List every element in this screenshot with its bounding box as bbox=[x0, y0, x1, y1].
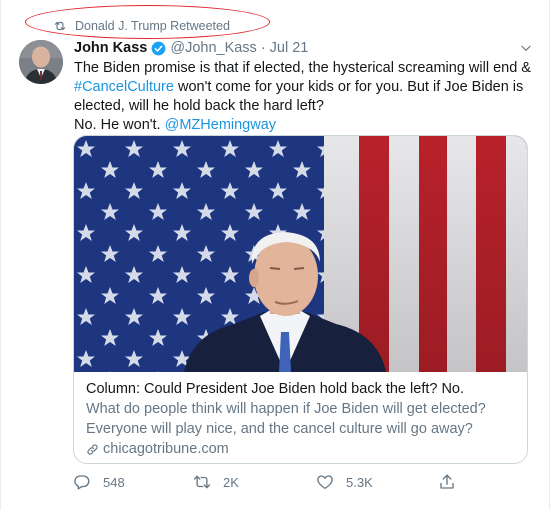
like-count: 5.3K bbox=[346, 474, 373, 490]
tweet-text-segment: No. He won't. bbox=[74, 117, 165, 133]
retweet-icon bbox=[193, 475, 211, 489]
share-icon bbox=[440, 474, 454, 489]
author-handle[interactable]: @John_Kass bbox=[170, 40, 256, 56]
reply-count: 548 bbox=[103, 474, 125, 490]
link-card[interactable]: Column: Could President Joe Biden hold b… bbox=[73, 135, 528, 464]
author-name[interactable]: John Kass bbox=[74, 40, 147, 56]
tweet-text-line: elected, will he hold back the hard left… bbox=[74, 98, 324, 114]
card-domain-text: chicagotribune.com bbox=[103, 441, 229, 457]
tweet[interactable]: Donald J. Trump Retweeted John Kass @Joh… bbox=[0, 0, 550, 510]
action-bar: 548 2K 5.3K bbox=[73, 472, 473, 492]
card-domain: chicagotribune.com bbox=[86, 440, 515, 459]
like-icon bbox=[317, 475, 333, 490]
reply-icon bbox=[74, 475, 90, 490]
tweet-text-segment: won't come for your kids or for you. But… bbox=[173, 79, 524, 95]
tweet-text-line: No. He won't. @MZHemingway bbox=[74, 116, 544, 135]
card-body: Column: Could President Joe Biden hold b… bbox=[86, 380, 515, 459]
tweet-header: John Kass @John_Kass · Jul 21 bbox=[74, 38, 533, 58]
separator-dot: · bbox=[260, 40, 266, 56]
chevron-down-icon[interactable] bbox=[519, 41, 533, 55]
retweet-label: Donald J. Trump Retweeted bbox=[75, 19, 230, 33]
tweet-text: The Biden promise is that if elected, th… bbox=[74, 59, 544, 135]
card-description-line: What do people think will happen if Joe … bbox=[86, 401, 486, 417]
retweet-context[interactable]: Donald J. Trump Retweeted bbox=[53, 17, 230, 35]
tweet-text-line: #CancelCulture won't come for your kids … bbox=[74, 78, 544, 97]
verified-badge-icon bbox=[151, 41, 166, 55]
reply-button[interactable]: 548 bbox=[73, 472, 125, 492]
avatar-image bbox=[19, 40, 63, 84]
retweet-button[interactable]: 2K bbox=[193, 472, 239, 492]
card-title: Column: Could President Joe Biden hold b… bbox=[86, 381, 465, 397]
like-button[interactable]: 5.3K bbox=[316, 472, 373, 492]
tweet-date[interactable]: Jul 21 bbox=[270, 40, 309, 56]
link-icon bbox=[87, 444, 98, 455]
share-button[interactable] bbox=[438, 472, 456, 492]
mention-link[interactable]: @MZHemingway bbox=[165, 117, 276, 133]
card-description-line: Everyone will play nice, and the cancel … bbox=[86, 421, 473, 437]
retweet-icon bbox=[54, 21, 66, 31]
tweet-text-line: The Biden promise is that if elected, th… bbox=[74, 60, 531, 76]
hashtag-link[interactable]: #CancelCulture bbox=[74, 79, 174, 95]
card-image bbox=[74, 136, 527, 372]
retweet-count: 2K bbox=[223, 474, 239, 490]
avatar[interactable] bbox=[19, 40, 63, 84]
